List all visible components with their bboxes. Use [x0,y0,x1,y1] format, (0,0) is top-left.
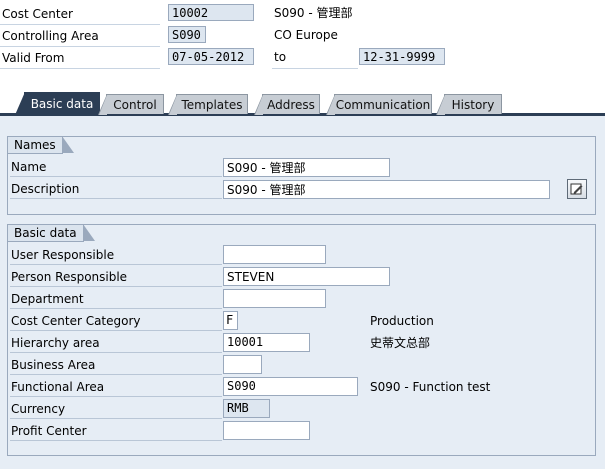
divider [0,46,160,47]
cost-center-category-input[interactable]: F [223,311,238,330]
hierarchy-area-text: 史蒂文总部 [370,336,431,350]
cost-center-field[interactable]: 10002 [168,4,254,21]
divider [0,68,160,69]
controlling-area-description: CO Europe [274,28,338,42]
tab-templates[interactable]: Templates [168,94,248,115]
pencil-edit-icon[interactable] [567,179,587,199]
currency-input[interactable]: RMB [223,399,270,418]
currency-label: Currency [10,399,222,419]
business-area-label: Business Area [10,355,222,375]
name-label: Name [10,157,222,177]
valid-to-field[interactable]: 12-31-9999 [359,48,445,65]
controlling-area-field[interactable]: S090 [168,26,206,43]
user-responsible-label: User Responsible [10,245,222,265]
functional-area-text: S090 - Function test [370,380,491,394]
profit-center-label: Profit Center [10,421,222,441]
user-responsible-input[interactable] [223,245,326,264]
description-input[interactable]: S090 - 管理部 [223,180,550,199]
names-group-title: Names [8,136,74,154]
functional-area-label: Functional Area [10,377,222,397]
basic-data-group-title: Basic data [8,224,95,242]
hierarchy-area-input[interactable]: 10001 [223,333,310,352]
business-area-input[interactable] [223,355,262,374]
description-label: Description [10,179,222,199]
department-input[interactable] [223,289,326,308]
divider [272,68,358,69]
profit-center-input[interactable] [223,421,310,440]
valid-from-label: Valid From [2,51,65,65]
valid-to-label: to [274,50,287,64]
tab-control[interactable]: Control [98,94,164,115]
cost-center-category-text: Production [370,314,434,328]
department-label: Department [10,289,222,309]
tab-basic-data[interactable]: Basic data [15,92,100,115]
tab-address[interactable]: Address [254,94,320,115]
divider [0,24,160,25]
name-input[interactable]: S090 - 管理部 [223,158,390,177]
cost-center-category-label: Cost Center Category [10,311,222,331]
hierarchy-area-label: Hierarchy area [10,333,222,353]
tab-history[interactable]: History [436,94,502,115]
cost-center-description: S090 - 管理部 [274,6,353,20]
tab-communication[interactable]: Communication [326,94,432,115]
cost-center-label: Cost Center [2,7,73,21]
person-responsible-label: Person Responsible [10,267,222,287]
valid-from-field[interactable]: 07-05-2012 [168,48,254,65]
controlling-area-label: Controlling Area [2,29,99,43]
functional-area-input[interactable]: S090 [223,377,358,396]
tab-content-panel: Names Name S090 - 管理部 Description S090 -… [0,116,605,469]
person-responsible-input[interactable]: STEVEN [223,267,390,286]
